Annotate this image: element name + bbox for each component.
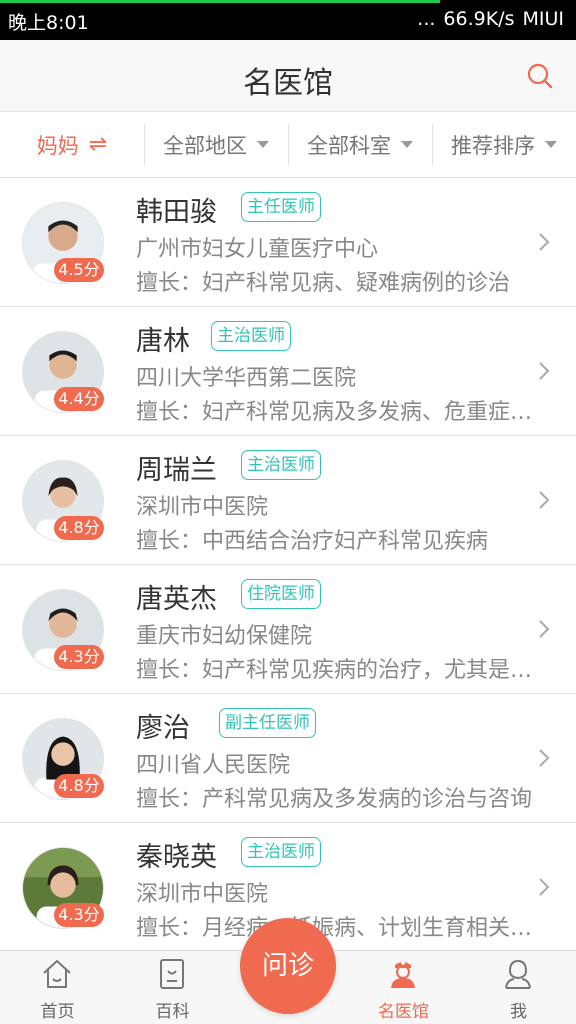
chevron-right-icon <box>539 878 550 896</box>
doctor-list: 4.5分 韩田骏 主任医师 广州市妇女儿童医疗中心 擅长：妇产科常见病、疑难病例… <box>0 178 576 952</box>
doctor-title-badge: 主治医师 <box>241 450 321 480</box>
doctor-row[interactable]: 4.5分 韩田骏 主任医师 广州市妇女儿童医疗中心 擅长：妇产科常见病、疑难病例… <box>0 178 576 307</box>
region-label: 全部地区 <box>163 133 247 158</box>
tab-home[interactable]: 首页 <box>0 951 115 1024</box>
avatar: 4.8分 <box>22 718 104 800</box>
rating-badge: 4.3分 <box>54 903 104 927</box>
doctor-specialty: 擅长：产科常见病及多发病的诊治与咨询 <box>136 787 533 812</box>
loading-indicator <box>0 0 440 3</box>
chevron-right-icon <box>539 362 550 380</box>
doctor-name: 周瑞兰 <box>136 455 217 486</box>
doctor-specialty: 擅长：月经病、妊娠病、计划生育相关咨询 <box>136 916 540 941</box>
chevron-right-icon <box>539 620 550 638</box>
doctor-specialty: 擅长：妇产科常见疾病的治疗，尤其是孕期保健 <box>136 658 540 683</box>
chevron-right-icon <box>539 491 550 509</box>
avatar: 4.3分 <box>22 589 104 671</box>
doctor-title-badge: 主治医师 <box>211 321 291 351</box>
search-icon[interactable] <box>526 62 554 90</box>
doctor-hospital: 重庆市妇幼保健院 <box>136 624 313 649</box>
sort-label: 推荐排序 <box>451 133 535 158</box>
filter-bar: 妈妈 ⇌ 全部地区 全部科室 推荐排序 <box>0 112 576 178</box>
rating-badge: 4.8分 <box>54 774 104 798</box>
chevron-right-icon <box>539 749 550 767</box>
doctor-hospital: 广州市妇女儿童医疗中心 <box>136 237 379 262</box>
avatar: 4.4分 <box>22 331 104 413</box>
doctor-row[interactable]: 4.4分 唐林 主治医师 四川大学华西第二医院 擅长：妇产科常见病及多发病、危重… <box>0 307 576 436</box>
home-icon <box>43 960 71 988</box>
region-filter[interactable]: 全部地区 <box>144 112 288 177</box>
book-icon <box>160 959 184 989</box>
avatar: 4.8分 <box>22 460 104 542</box>
doctor-specialty: 擅长：妇产科常见病、疑难病例的诊治 <box>136 271 511 296</box>
consult-button[interactable]: 问诊 <box>240 918 336 1014</box>
status-time: 晚上8:01 <box>8 12 89 34</box>
doctor-hospital: 深圳市中医院 <box>136 882 269 907</box>
doctor-name: 秦晓英 <box>136 842 217 873</box>
caret-down-icon <box>401 141 413 148</box>
doctor-specialty: 擅长：中西结合治疗妇产科常见疾病 <box>136 529 489 554</box>
avatar: 4.5分 <box>22 202 104 284</box>
tab-me[interactable]: 我 <box>461 951 576 1024</box>
rating-badge: 4.4分 <box>54 387 104 411</box>
status-bar: 晚上8:01 ... 66.9K/s MIUI <box>0 0 576 40</box>
doctor-name: 唐英杰 <box>136 584 217 615</box>
doctor-hospital: 深圳市中医院 <box>136 495 269 520</box>
tab-doctors-label: 名医馆 <box>378 1002 429 1022</box>
doctor-row[interactable]: 4.3分 唐英杰 住院医师 重庆市妇幼保健院 擅长：妇产科常见疾病的治疗，尤其是… <box>0 565 576 694</box>
doctor-name: 唐林 <box>136 326 190 357</box>
doctor-title-badge: 副主任医师 <box>219 708 316 738</box>
doctor-hospital: 四川省人民医院 <box>136 753 291 778</box>
department-filter[interactable]: 全部科室 <box>288 112 432 177</box>
nav-bar: 名医馆 <box>0 40 576 112</box>
mode-label: 妈妈 <box>36 133 79 158</box>
doctor-name: 廖治 <box>136 713 190 744</box>
doctor-row[interactable]: 4.8分 廖治 副主任医师 四川省人民医院 擅长：产科常见病及多发病的诊治与咨询 <box>0 694 576 823</box>
rating-badge: 4.3分 <box>54 645 104 669</box>
mode-switch[interactable]: 妈妈 ⇌ <box>0 112 144 177</box>
rating-badge: 4.8分 <box>54 516 104 540</box>
caret-down-icon <box>257 141 269 148</box>
network-speed: 66.9K/s <box>443 8 515 30</box>
department-label: 全部科室 <box>307 133 391 158</box>
tab-encyclopedia[interactable]: 百科 <box>115 951 230 1024</box>
doctor-hospital: 四川大学华西第二医院 <box>136 366 357 391</box>
status-dots: ... <box>417 8 436 30</box>
tab-doctors[interactable]: 名医馆 <box>346 951 461 1024</box>
doctor-title-badge: 主治医师 <box>241 837 321 867</box>
status-right: ... 66.9K/s MIUI <box>417 8 564 30</box>
caret-down-icon <box>545 141 557 148</box>
doctor-title-badge: 主任医师 <box>241 192 321 222</box>
person-icon <box>505 959 531 989</box>
doctor-row[interactable]: 4.8分 周瑞兰 主治医师 深圳市中医院 擅长：中西结合治疗妇产科常见疾病 <box>0 436 576 565</box>
tab-encyclopedia-label: 百科 <box>155 1002 190 1022</box>
doctor-name: 韩田骏 <box>136 197 217 228</box>
tab-me-label: 我 <box>510 1002 527 1022</box>
carrier-label: MIUI <box>522 8 564 30</box>
doctor-specialty: 擅长：妇产科常见病及多发病、危重症的诊治 <box>136 400 540 425</box>
swap-icon: ⇌ <box>88 132 108 157</box>
chevron-right-icon <box>539 233 550 251</box>
rating-badge: 4.5分 <box>54 258 104 282</box>
page-title: 名医馆 <box>243 66 333 101</box>
tab-home-label: 首页 <box>40 1002 75 1022</box>
avatar: 4.3分 <box>22 847 104 929</box>
doctor-title-badge: 住院医师 <box>241 579 321 609</box>
doctor-icon <box>391 961 415 988</box>
sort-filter[interactable]: 推荐排序 <box>432 112 576 177</box>
